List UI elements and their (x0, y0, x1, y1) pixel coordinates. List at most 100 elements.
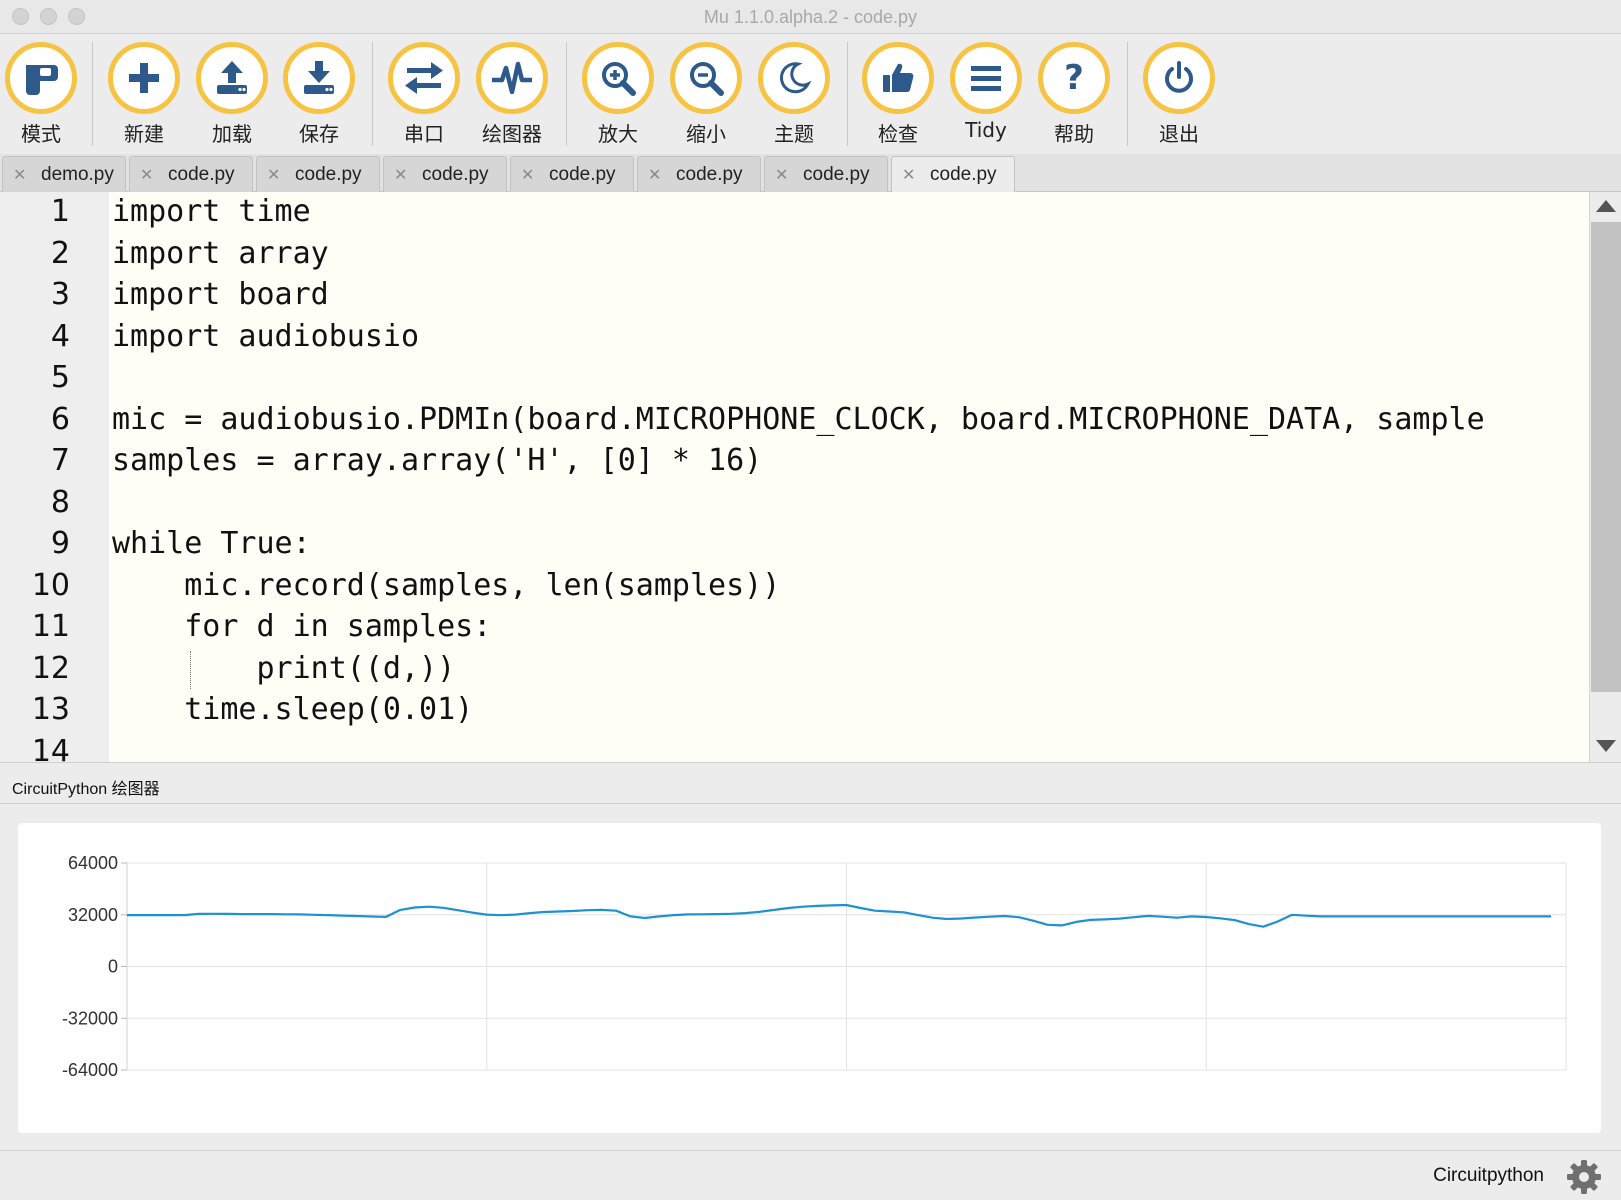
zoom-out-label: 缩小 (686, 122, 726, 146)
code-line: mic = audiobusio.PDMIn(board.MICROPHONE_… (112, 401, 1485, 437)
quit-label: 退出 (1159, 122, 1199, 146)
line-number: 10 (31, 567, 70, 603)
line-number: 1 (50, 194, 70, 229)
upload-icon (196, 42, 268, 114)
line-number: 7 (50, 443, 70, 478)
indent-guide (190, 651, 191, 689)
save-button[interactable]: 保存 (278, 42, 360, 147)
close-tab-icon[interactable]: ✕ (140, 165, 153, 185)
tab-code-py[interactable]: ✕ code.py (129, 156, 253, 192)
mode-icon (5, 42, 77, 114)
plus-icon (108, 42, 180, 114)
check-button[interactable]: 检查 (857, 42, 939, 147)
code-editor[interactable]: 1 2 3 4 5 6 7 8 9 10 11 12 13 14 import … (0, 192, 1621, 763)
close-tab-icon[interactable]: ✕ (13, 165, 26, 185)
serial-button[interactable]: 串口 (383, 42, 465, 147)
zoom-out-button[interactable]: 缩小 (665, 42, 747, 147)
plotter-button[interactable]: 绘图器 (471, 42, 553, 147)
toolbar-divider (1127, 42, 1128, 146)
scrollbar-thumb[interactable] (1591, 222, 1621, 692)
serial-label: 串口 (404, 122, 444, 146)
scroll-up-arrow-icon[interactable] (1596, 200, 1616, 212)
load-button[interactable]: 加载 (191, 42, 273, 147)
code-line: time.sleep(0.01) (112, 692, 474, 727)
line-number: 4 (50, 318, 70, 354)
code-line: for d in samples: (112, 609, 492, 644)
tab-code-py[interactable]: ✕ code.py (256, 156, 380, 192)
save-label: 保存 (299, 122, 339, 146)
plotter-title: CircuitPython 绘图器 (12, 781, 160, 798)
new-button[interactable]: 新建 (103, 42, 185, 147)
y-tick-label: 64000 (68, 853, 118, 873)
new-label: 新建 (124, 122, 164, 146)
check-label: 检查 (878, 122, 918, 146)
data-series-line (127, 903, 1551, 928)
zoom-in-button[interactable]: 放大 (577, 42, 659, 147)
toolbar: 模式 新建 加载 保存 串口 绘图器 放大 缩小 主题 检查 Tidy ? 帮助… (0, 34, 1621, 154)
line-number: 2 (50, 235, 70, 271)
tab-demo-py[interactable]: ✕ demo.py (2, 156, 126, 192)
line-number: 11 (31, 609, 70, 644)
plotter-panel: 64000 32000 0 -32000 -64000 (18, 823, 1601, 1133)
help-button[interactable]: ? 帮助 (1033, 42, 1115, 147)
moon-icon (758, 42, 830, 114)
scroll-down-arrow-icon[interactable] (1596, 740, 1616, 752)
close-tab-icon[interactable]: ✕ (394, 165, 407, 185)
line-number: 6 (50, 401, 70, 437)
toolbar-divider (566, 42, 567, 146)
y-tick-label: 0 (108, 957, 118, 977)
window-title: Mu 1.1.0.alpha.2 - code.py (703, 7, 918, 27)
tidy-button[interactable]: Tidy (945, 42, 1027, 142)
code-line: samples = array.array('H', [0] * 16) (112, 443, 763, 478)
close-tab-icon[interactable]: ✕ (267, 165, 280, 185)
vertical-scrollbar[interactable] (1589, 192, 1621, 762)
thumbs-up-icon (862, 42, 934, 114)
tab-code-py[interactable]: ✕ code.py (637, 156, 761, 192)
swap-arrows-icon (388, 42, 460, 114)
mode-button[interactable]: 模式 (0, 42, 82, 147)
line-number: 8 (50, 484, 70, 520)
tidy-label: Tidy (965, 118, 1007, 142)
tab-code-py[interactable]: ✕ code.py (383, 156, 507, 192)
tab-code-py[interactable]: ✕ code.py (764, 156, 888, 192)
line-number: 13 (31, 692, 70, 727)
help-label: 帮助 (1054, 122, 1094, 146)
plotter-label: 绘图器 (482, 122, 542, 146)
y-tick-label: -32000 (62, 1008, 118, 1028)
line-number: 9 (50, 526, 70, 561)
code-line: import array (112, 235, 329, 271)
pulse-icon (476, 42, 548, 114)
close-tab-icon[interactable]: ✕ (902, 165, 915, 185)
line-number: 12 (31, 650, 70, 686)
lines-icon (950, 42, 1022, 114)
close-tab-icon[interactable]: ✕ (521, 165, 534, 185)
toolbar-divider (92, 42, 93, 146)
toolbar-divider (847, 42, 848, 146)
plot-chart: 64000 32000 0 -32000 -64000 (62, 853, 1567, 1080)
theme-label: 主题 (774, 122, 814, 146)
line-number: 3 (50, 277, 70, 312)
code-line: print((d,)) (112, 650, 456, 686)
code-line: import audiobusio (112, 318, 420, 354)
theme-button[interactable]: 主题 (753, 42, 835, 147)
line-number-gutter: 1 2 3 4 5 6 7 8 9 10 11 12 13 14 (0, 192, 109, 763)
line-number: 14 (31, 733, 70, 763)
zoom-in-icon (582, 42, 654, 114)
plotter-header: CircuitPython 绘图器 (0, 764, 1621, 804)
y-tick-label: -64000 (62, 1060, 118, 1080)
zoom-out-icon (670, 42, 742, 114)
zoom-in-label: 放大 (598, 122, 638, 146)
quit-button[interactable]: 退出 (1138, 42, 1220, 147)
line-number: 5 (50, 360, 70, 395)
title-bar: Mu 1.1.0.alpha.2 - code.py (0, 0, 1621, 34)
mode-indicator[interactable]: Circuitpython (1433, 1165, 1544, 1187)
code-line: import time (112, 194, 311, 229)
close-tab-icon[interactable]: ✕ (775, 165, 788, 185)
load-label: 加载 (212, 122, 252, 146)
gear-icon[interactable] (1566, 1159, 1602, 1195)
power-icon (1143, 42, 1215, 114)
code-line: while True: (112, 526, 311, 561)
close-tab-icon[interactable]: ✕ (648, 165, 661, 185)
tab-code-py-active[interactable]: ✕ code.py (891, 156, 1015, 192)
tab-code-py[interactable]: ✕ code.py (510, 156, 634, 192)
